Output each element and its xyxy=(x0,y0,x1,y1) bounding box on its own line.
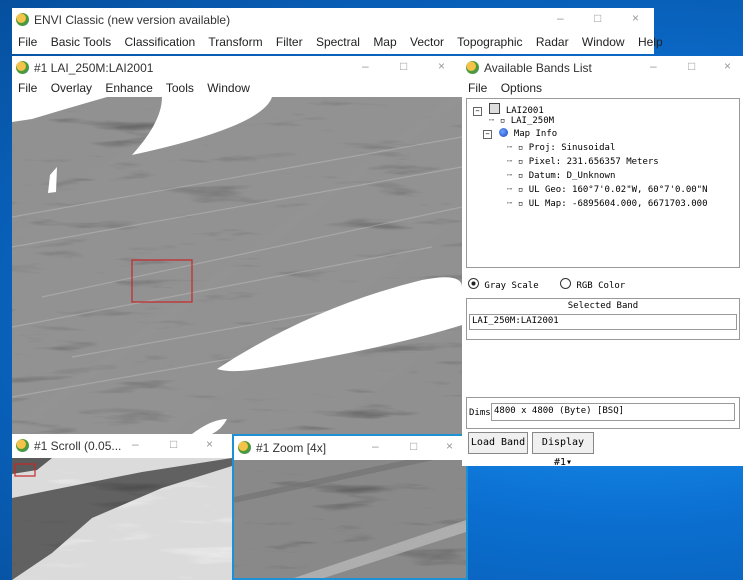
image-title-bar[interactable]: #1 LAI_250M:LAI2001 – □ × xyxy=(12,56,462,80)
envi-main-window: ENVI Classic (new version available) – □… xyxy=(12,8,663,54)
minimize-icon[interactable]: – xyxy=(362,59,369,73)
scroll-canvas[interactable] xyxy=(12,458,232,580)
selected-band-field: LAI_250M:LAI2001 xyxy=(469,314,737,330)
tree-band-row[interactable]: ┈ ▫ LAI_250M xyxy=(489,116,554,126)
display-button[interactable]: Display #1▾ xyxy=(532,432,594,468)
menu-file[interactable]: File xyxy=(468,81,487,95)
selected-band-header: Selected Band xyxy=(567,301,639,311)
zoom-title-bar[interactable]: #1 Zoom [4x] – □ × xyxy=(234,436,466,460)
envi-app-icon xyxy=(16,61,29,74)
load-band-label: Load Band xyxy=(470,437,526,448)
menu-classification[interactable]: Classification xyxy=(125,35,196,49)
rgb-color-radio[interactable]: RGB Color xyxy=(560,278,626,291)
minimize-icon[interactable]: – xyxy=(557,11,564,25)
close-icon[interactable]: × xyxy=(632,11,639,25)
bands-list-window: Available Bands List – □ × File Options … xyxy=(462,56,743,468)
rgb-color-label: RGB Color xyxy=(576,281,626,291)
scroll-window: #1 Scroll (0.05... – □ × xyxy=(12,434,232,580)
menu-window[interactable]: Window xyxy=(582,35,625,49)
collapse-toggle-icon[interactable]: − xyxy=(473,107,482,116)
image-window: #1 LAI_250M:LAI2001 – □ × File Overlay E… xyxy=(12,56,462,434)
gray-scale-radio[interactable]: Gray Scale xyxy=(468,278,544,291)
menu-transform[interactable]: Transform xyxy=(208,35,262,49)
map-info-item: ┈ ▫ UL Map: -6895604.000, 6671703.000 xyxy=(507,199,708,209)
main-menubar: File Basic Tools Classification Transfor… xyxy=(18,35,663,49)
collapse-toggle-icon[interactable]: − xyxy=(483,130,492,139)
selected-band-panel: Selected Band LAI_250M:LAI2001 xyxy=(466,298,740,340)
bands-title-bar[interactable]: Available Bands List – □ × xyxy=(462,56,743,80)
tree-mapinfo-row[interactable]: − Map Info xyxy=(483,128,557,139)
close-icon[interactable]: × xyxy=(446,439,453,453)
radio-unselected-icon xyxy=(560,278,572,289)
maximize-icon[interactable]: □ xyxy=(410,439,417,453)
color-mode-radios: Gray Scale RGB Color xyxy=(468,278,625,291)
tree-root-label: LAI2001 xyxy=(505,106,544,116)
dims-value: 4800 x 4800 (Byte) [BSQ] xyxy=(494,406,625,416)
maximize-icon[interactable]: □ xyxy=(688,59,695,73)
map-info-item: ┈ ▫ Datum: D_Unknown xyxy=(507,171,616,181)
menu-basic-tools[interactable]: Basic Tools xyxy=(51,35,111,49)
close-icon[interactable]: × xyxy=(438,59,445,73)
menu-map[interactable]: Map xyxy=(373,35,396,49)
close-icon[interactable]: × xyxy=(206,437,213,451)
scroll-window-title: #1 Scroll (0.05... xyxy=(34,439,122,453)
menu-help[interactable]: Help xyxy=(638,35,663,49)
menu-filter[interactable]: Filter xyxy=(276,35,303,49)
menu-vector[interactable]: Vector xyxy=(410,35,444,49)
menu-file[interactable]: File xyxy=(18,35,37,49)
radio-selected-icon xyxy=(468,278,479,289)
menu-radar[interactable]: Radar xyxy=(536,35,569,49)
selected-band-value: LAI_250M:LAI2001 xyxy=(472,316,559,326)
gray-scale-label: Gray Scale xyxy=(484,281,539,291)
envi-app-icon xyxy=(466,61,479,74)
envi-app-icon xyxy=(16,13,29,26)
display-label: Display #1▾ xyxy=(541,437,585,468)
menu-options[interactable]: Options xyxy=(501,81,542,95)
zoom-window-title: #1 Zoom [4x] xyxy=(256,441,327,455)
map-info-item: ┈ ▫ UL Geo: 160°7'0.02"W, 60°7'0.00"N xyxy=(507,185,708,195)
band-leaf-icon: ┈ ▫ xyxy=(489,116,511,126)
bands-menubar: File Options xyxy=(468,81,743,95)
menu-topographic[interactable]: Topographic xyxy=(457,35,522,49)
image-canvas[interactable] xyxy=(12,97,462,434)
file-icon xyxy=(489,103,501,114)
tree-root-row[interactable]: − LAI2001 xyxy=(473,103,544,116)
globe-icon xyxy=(499,128,509,137)
minimize-icon[interactable]: – xyxy=(132,437,139,451)
main-window-title: ENVI Classic (new version available) xyxy=(34,13,231,27)
menu-tools[interactable]: Tools xyxy=(166,81,194,95)
maximize-icon[interactable]: □ xyxy=(170,437,177,451)
dims-panel: Dims 4800 x 4800 (Byte) [BSQ] xyxy=(466,397,740,429)
dims-field: 4800 x 4800 (Byte) [BSQ] xyxy=(491,403,735,421)
zoom-canvas[interactable] xyxy=(234,460,466,578)
dims-label: Dims xyxy=(469,408,491,418)
tree-band-label: LAI_250M xyxy=(510,116,555,126)
map-info-list: ┈ ▫ Proj: Sinusoidal ┈ ▫ Pixel: 231.6563… xyxy=(507,141,708,211)
tree-mapinfo-label: Map Info xyxy=(513,129,558,139)
load-band-button[interactable]: Load Band xyxy=(468,432,528,454)
map-info-item: ┈ ▫ Proj: Sinusoidal xyxy=(507,143,616,153)
close-icon[interactable]: × xyxy=(724,59,731,73)
band-tree-panel: − LAI2001 ┈ ▫ LAI_250M − Map Info ┈ ▫ Pr… xyxy=(466,98,740,268)
image-window-title: #1 LAI_250M:LAI2001 xyxy=(34,61,154,75)
menu-file[interactable]: File xyxy=(18,81,37,95)
maximize-icon[interactable]: □ xyxy=(400,59,407,73)
zoom-window: #1 Zoom [4x] – □ × xyxy=(232,434,468,580)
menu-overlay[interactable]: Overlay xyxy=(51,81,92,95)
envi-app-icon xyxy=(238,441,251,454)
minimize-icon[interactable]: – xyxy=(650,59,657,73)
map-info-item: ┈ ▫ Pixel: 231.656357 Meters xyxy=(507,157,659,167)
menu-window[interactable]: Window xyxy=(207,81,250,95)
menu-enhance[interactable]: Enhance xyxy=(105,81,152,95)
minimize-icon[interactable]: – xyxy=(372,439,379,453)
scroll-title-bar[interactable]: #1 Scroll (0.05... – □ × xyxy=(12,434,232,458)
main-title-bar[interactable]: ENVI Classic (new version available) – □… xyxy=(12,8,654,32)
envi-app-icon xyxy=(16,439,29,452)
image-menubar: File Overlay Enhance Tools Window xyxy=(18,81,462,95)
maximize-icon[interactable]: □ xyxy=(594,11,601,25)
bands-window-title: Available Bands List xyxy=(484,61,592,75)
menu-spectral[interactable]: Spectral xyxy=(316,35,360,49)
